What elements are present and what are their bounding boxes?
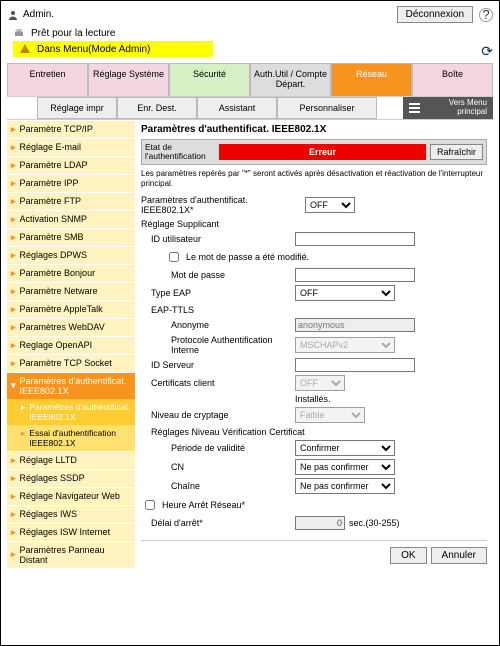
sidebar-item-dpws[interactable]: ▸Réglages DPWS <box>7 246 135 264</box>
sidebar-item-snmp[interactable]: ▸Activation SNMP <box>7 210 135 228</box>
period-label: Période de validité <box>141 443 291 453</box>
tab2-reglage-impr[interactable]: Réglage impr <box>37 97 117 119</box>
sidebar-item-email[interactable]: ▸Réglage E-mail <box>7 138 135 156</box>
period-select[interactable]: Confirmer <box>295 440 395 456</box>
eap-label: Type EAP <box>141 288 291 298</box>
tab-auth-util[interactable]: Auth.Util / Compte Départ. <box>250 63 331 96</box>
delay-input <box>295 516 345 530</box>
pw-input[interactable] <box>295 268 415 282</box>
param-label: Paramètres d'authentificat. IEEE802.1X* <box>141 195 301 215</box>
tab-securite[interactable]: Sécurité <box>169 63 250 96</box>
chain-label: Chaîne <box>141 481 291 491</box>
eapttls-label: EAP-TTLS <box>141 305 487 315</box>
cert-label: Certificats client <box>141 378 291 388</box>
sidebar-item-tcpip[interactable]: ▸Paramètre TCP/IP <box>7 120 135 138</box>
printer-icon <box>13 27 25 39</box>
help-icon[interactable]: ? <box>479 8 493 22</box>
timeout-label: Heure Arrêt Réseau* <box>162 500 245 510</box>
sidebar-item-webdav[interactable]: ▸Paramètres WebDAV <box>7 318 135 336</box>
anon-input <box>295 318 415 332</box>
sidebar-item-smb[interactable]: ▸Paramètre SMB <box>7 228 135 246</box>
delay-unit: sec.(30-255) <box>349 518 400 528</box>
auth-status-value: Erreur <box>219 144 426 160</box>
logout-button[interactable]: Déconnexion <box>397 6 473 23</box>
ok-button[interactable]: OK <box>390 547 426 564</box>
tab2-personnaliser[interactable]: Personnaliser <box>277 97 377 119</box>
vcert-label: Réglages Niveau Vérification Certificat <box>141 427 487 437</box>
cert-select: OFF <box>295 375 345 391</box>
param-select[interactable]: OFF <box>305 197 355 213</box>
eap-select[interactable]: OFF <box>295 285 395 301</box>
sidebar-item-bonjour[interactable]: ▸Paramètre Bonjour <box>7 264 135 282</box>
warning-icon <box>19 43 31 55</box>
auth-status-label: Etat de l'authentification <box>145 143 215 162</box>
chain-select[interactable]: Ne pas confirmer <box>295 478 395 494</box>
crypt-label: Niveau de cryptage <box>141 410 291 420</box>
sidebar-item-ieee8021x[interactable]: ▾Paramètres d'authentificat. IEEE802.1X <box>7 372 135 399</box>
sidebar-item-tcpsocket[interactable]: ▸Paramètre TCP Socket <box>7 354 135 372</box>
cancel-button[interactable]: Annuler <box>431 547 487 564</box>
mode-label: Dans Menu(Mode Admin) <box>37 44 150 55</box>
supplicant-label: Réglage Supplicant <box>141 219 487 229</box>
crypt-select: Faible <box>295 407 365 423</box>
anon-label: Anonyme <box>141 320 291 330</box>
tab-boite[interactable]: Boîte <box>412 63 493 96</box>
vers-menu-principal[interactable]: Vers Menu principal <box>403 97 493 119</box>
cn-label: CN <box>141 462 291 472</box>
pw-mod-label: Le mot de passe a été modifié. <box>186 252 309 262</box>
refresh-icon[interactable]: ⟳ <box>481 43 493 60</box>
user-icon <box>7 9 19 21</box>
tab-entretien[interactable]: Entretien <box>7 63 88 96</box>
page-title: Paramètres d'authentificat. IEEE802.1X <box>141 124 487 135</box>
sidebar-item-navweb[interactable]: ▸Réglage Navigateur Web <box>7 487 135 505</box>
sidebar-sub-params[interactable]: ▸Paramètres d'authentificat. IEEE802.1X <box>7 399 135 425</box>
sidebar: ▸Paramètre TCP/IP ▸Réglage E-mail ▸Param… <box>7 120 135 568</box>
tab-reglage-systeme[interactable]: Réglage Système <box>88 63 169 96</box>
ready-label: Prêt pour la lecture <box>31 28 116 39</box>
note-text: Les paramètres repérés par "*" seront ac… <box>141 169 487 188</box>
sidebar-item-lltd[interactable]: ▸Réglage LLTD <box>7 451 135 469</box>
proto-label: Protocole Authentification Interne <box>141 335 291 355</box>
cn-select[interactable]: Ne pas confirmer <box>295 459 395 475</box>
tab-reseau[interactable]: Réseau <box>331 63 412 96</box>
sidebar-item-netware[interactable]: ▸Paramètre Netware <box>7 282 135 300</box>
tab2-assistant[interactable]: Assistant <box>197 97 277 119</box>
sidebar-item-ssdp[interactable]: ▸Réglages SSDP <box>7 469 135 487</box>
sidebar-item-openapi[interactable]: ▸Reglage OpenAPI <box>7 336 135 354</box>
userid-input[interactable] <box>295 232 415 246</box>
timeout-checkbox[interactable] <box>145 500 155 510</box>
sidebar-item-appletalk[interactable]: ▸Paramètre AppleTalk <box>7 300 135 318</box>
delay-label: Délai d'arrêt* <box>141 518 291 528</box>
user-label: Admin. <box>23 9 54 20</box>
sidebar-item-ftp[interactable]: ▸Paramètre FTP <box>7 192 135 210</box>
menu-icon <box>409 103 420 113</box>
pw-label: Mot de passe <box>141 270 291 280</box>
proto-select: MSCHAPv2 <box>295 337 395 353</box>
sidebar-item-ldap[interactable]: ▸Paramètre LDAP <box>7 156 135 174</box>
content-panel: Paramètres d'authentificat. IEEE802.1X E… <box>135 120 493 568</box>
sidebar-item-iws[interactable]: ▸Réglages IWS <box>7 505 135 523</box>
pw-mod-checkbox[interactable] <box>169 252 179 262</box>
userid-label: ID utilisateur <box>141 234 291 244</box>
server-input[interactable] <box>295 358 415 372</box>
sidebar-item-isw[interactable]: ▸Réglages ISW Internet <box>7 523 135 541</box>
sidebar-item-ipp[interactable]: ▸Paramètre IPP <box>7 174 135 192</box>
cert-installed: Installés. <box>295 394 331 404</box>
tab2-enr-dest[interactable]: Enr. Dest. <box>117 97 197 119</box>
sidebar-sub-test[interactable]: ▸Essai d'authentification IEEE802.1X <box>7 425 135 451</box>
refresh-button[interactable]: Rafraîchir <box>430 144 483 160</box>
sidebar-item-panneau[interactable]: ▸Paramètres Panneau Distant <box>7 541 135 568</box>
server-label: ID Serveur <box>141 360 291 370</box>
